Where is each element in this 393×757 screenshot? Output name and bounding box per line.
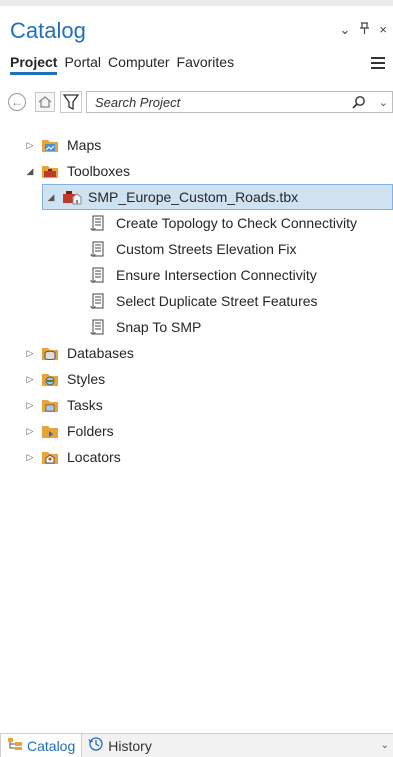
search-box: ⌄ [86, 91, 393, 113]
tree-item-label: Custom Streets Elevation Fix [116, 241, 297, 257]
tab-portal[interactable]: Portal [64, 54, 101, 75]
panel-controls: ⌄ × [340, 22, 388, 38]
back-arrow-icon[interactable]: ← [8, 93, 26, 111]
tree-item-label: Maps [67, 137, 102, 153]
tree-item-tool[interactable]: Create Topology to Check Connectivity [0, 210, 393, 236]
tree-item-label: Select Duplicate Street Features [116, 293, 318, 309]
tree-item-label: Create Topology to Check Connectivity [116, 215, 357, 231]
search-icon[interactable] [352, 95, 366, 109]
toolbox-icon [62, 189, 82, 205]
tree-item-label: SMP_Europe_Custom_Roads.tbx [88, 189, 299, 205]
tree-item-locators[interactable]: ▷ Locators [0, 444, 393, 470]
close-icon[interactable]: × [379, 22, 387, 38]
tree-item-label: Toolboxes [67, 163, 131, 179]
tree-item-styles[interactable]: ▷ Styles [0, 366, 393, 392]
tree-item-folders[interactable]: ▷ Folders [0, 418, 393, 444]
tree-item-databases[interactable]: ▷ Databases [0, 340, 393, 366]
search-input[interactable] [95, 94, 335, 110]
tree-item-toolboxes[interactable]: ◢ Toolboxes [0, 158, 393, 184]
tree-item-tool[interactable]: Snap To SMP [0, 314, 393, 340]
tab-computer[interactable]: Computer [108, 54, 169, 75]
tasks-folder-icon [41, 397, 59, 413]
maps-folder-icon [41, 137, 59, 153]
tab-favorites[interactable]: Favorites [177, 54, 235, 75]
collapse-arrow-icon[interactable]: ◢ [25, 166, 35, 177]
script-tool-icon [90, 241, 108, 257]
pin-icon[interactable] [360, 22, 370, 38]
catalog-tree-icon [7, 737, 23, 754]
folders-folder-icon [41, 423, 59, 439]
tree-item-tasks[interactable]: ▷ Tasks [0, 392, 393, 418]
home-icon[interactable] [35, 92, 55, 112]
chevron-down-icon[interactable]: ⌄ [381, 740, 389, 751]
tree-item-toolbox-file[interactable]: ◢ SMP_Europe_Custom_Roads.tbx [42, 184, 393, 210]
collapse-arrow-icon[interactable]: ◢ [46, 192, 56, 203]
tree-item-label: Tasks [67, 397, 103, 413]
hamburger-menu-icon[interactable] [371, 57, 385, 69]
window-top-strip [0, 0, 393, 6]
expand-arrow-icon[interactable]: ▷ [25, 140, 35, 151]
styles-folder-icon [41, 371, 59, 387]
tree-item-tool[interactable]: Select Duplicate Street Features [0, 288, 393, 314]
tree-item-label: Databases [67, 345, 134, 361]
toolboxes-folder-icon [41, 163, 59, 179]
expand-arrow-icon[interactable]: ▷ [25, 426, 35, 437]
bottom-tab-history[interactable]: History [82, 734, 158, 757]
locators-folder-icon [41, 449, 59, 465]
history-clock-icon [88, 736, 104, 755]
script-tool-icon [90, 293, 108, 309]
tree-item-maps[interactable]: ▷ Maps [0, 132, 393, 158]
tree-item-tool[interactable]: Custom Streets Elevation Fix [0, 236, 393, 262]
chevron-down-icon[interactable]: ⌄ [379, 96, 388, 109]
tree-item-label: Snap To SMP [116, 319, 202, 335]
expand-arrow-icon[interactable]: ▷ [25, 452, 35, 463]
tree-item-label: Styles [67, 371, 106, 387]
expand-arrow-icon[interactable]: ▷ [25, 348, 35, 359]
catalog-tabs: Project Portal Computer Favorites [10, 54, 234, 75]
expand-arrow-icon[interactable]: ▷ [25, 400, 35, 411]
catalog-toolbar: ← ⌄ [8, 91, 393, 115]
bottom-tab-label: Catalog [27, 737, 76, 754]
panel-title: Catalog [10, 18, 86, 43]
bottom-tab-catalog[interactable]: Catalog [0, 734, 83, 757]
bottom-tab-bar: Catalog History ⌄ [0, 733, 393, 757]
filter-icon[interactable] [60, 91, 82, 113]
script-tool-icon [90, 267, 108, 283]
tree-item-tool[interactable]: Ensure Intersection Connectivity [0, 262, 393, 288]
script-tool-icon [90, 319, 108, 335]
tree-item-label: Folders [67, 423, 114, 439]
bottom-tab-label: History [108, 737, 152, 754]
tab-project[interactable]: Project [10, 54, 58, 75]
script-tool-icon [90, 215, 108, 231]
databases-folder-icon [41, 345, 59, 361]
tree-item-label: Ensure Intersection Connectivity [116, 267, 317, 283]
tree-item-label: Locators [67, 449, 121, 465]
expand-arrow-icon[interactable]: ▷ [25, 374, 35, 385]
panel-menu-chevron-icon[interactable]: ⌄ [340, 22, 351, 38]
